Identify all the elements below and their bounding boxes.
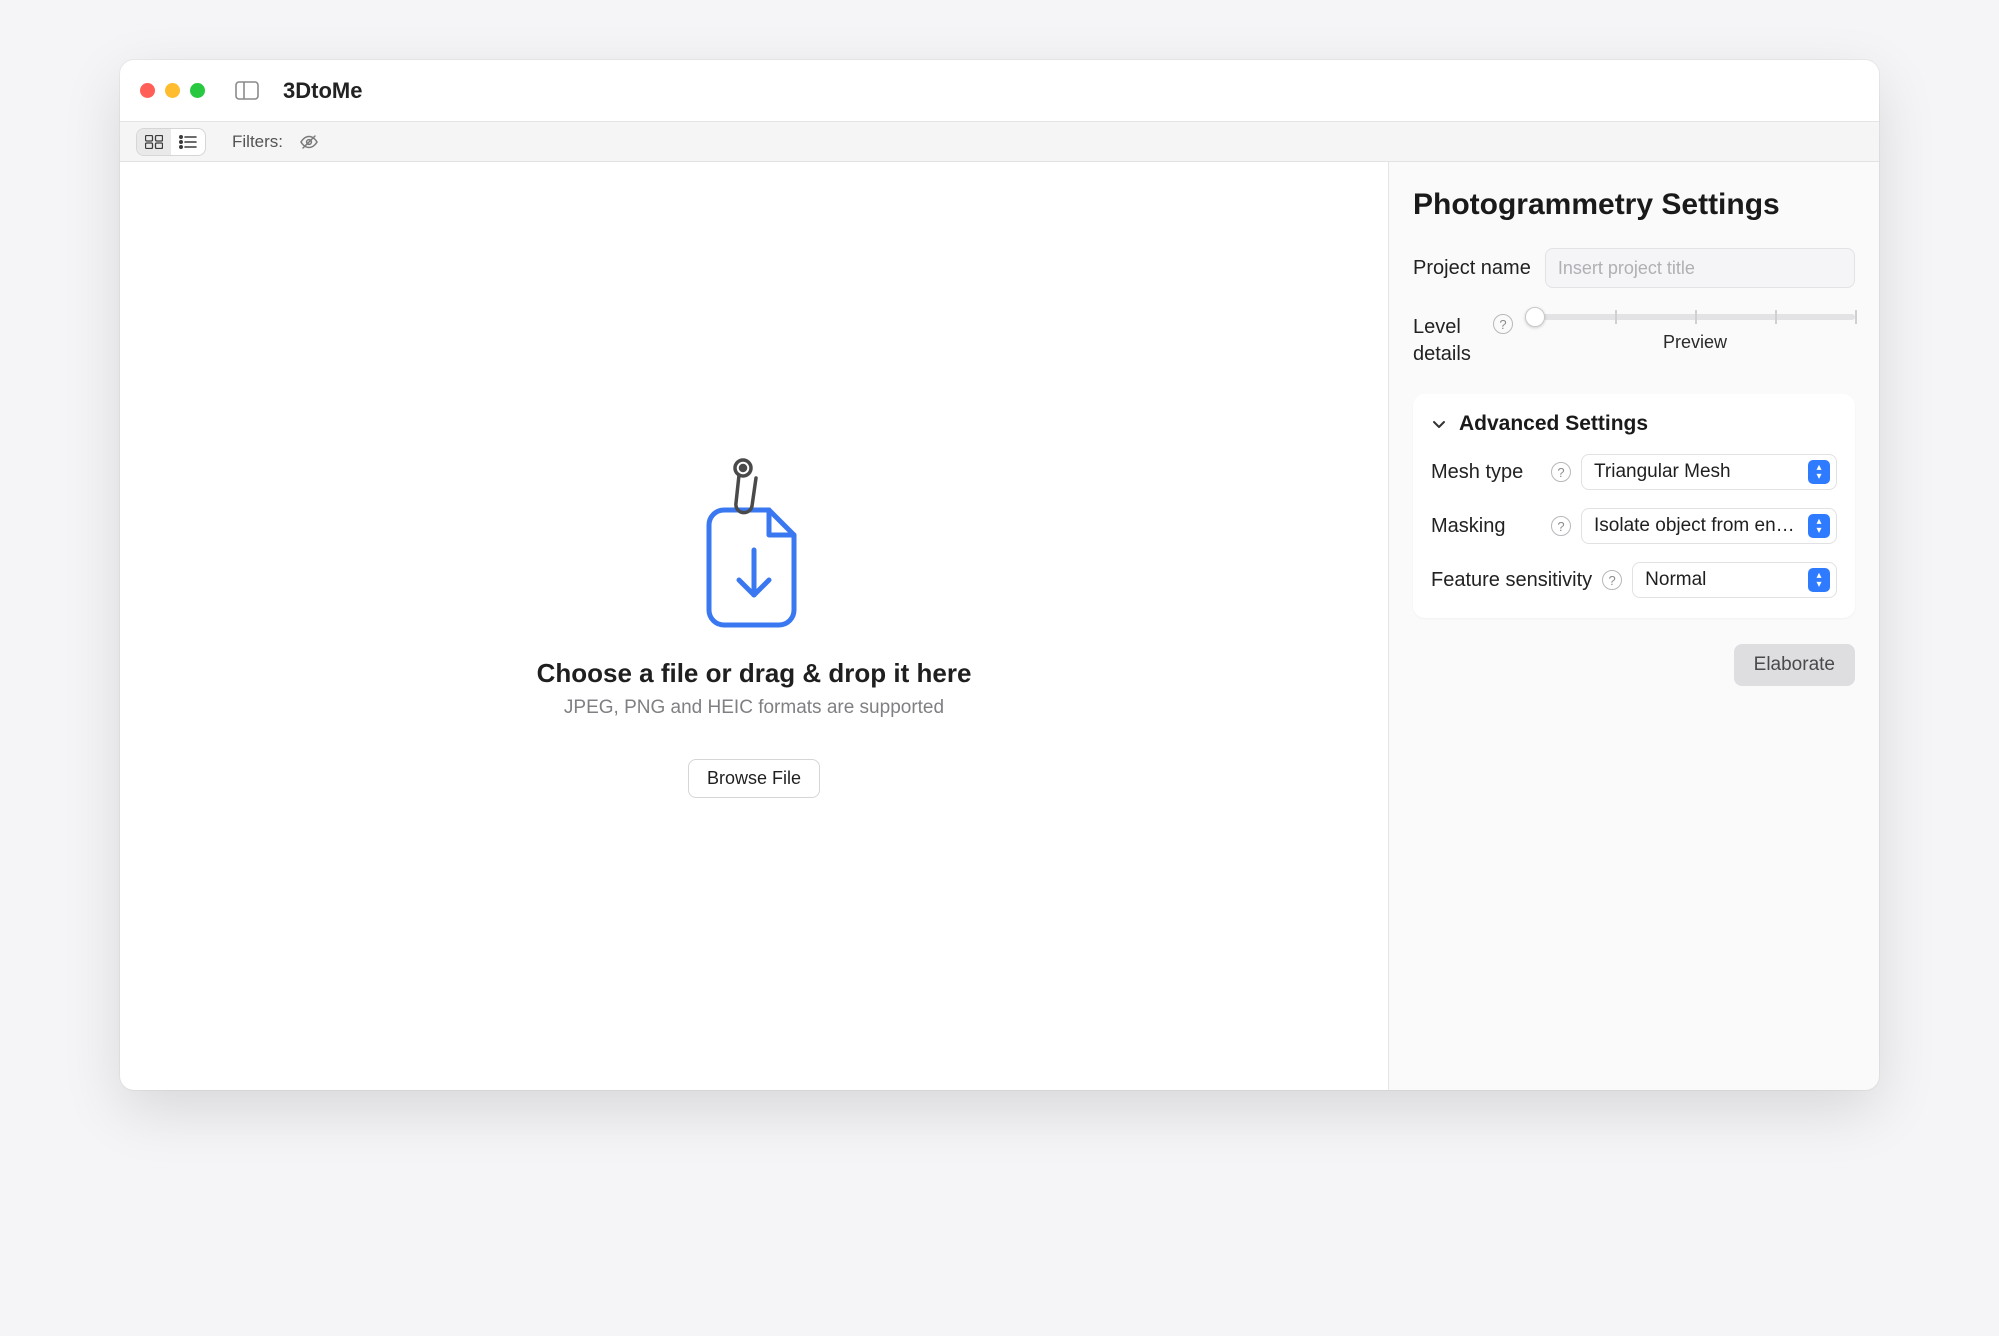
- settings-panel: Photogrammetry Settings Project name Lev…: [1389, 162, 1879, 1090]
- mesh-type-value: Triangular Mesh: [1594, 461, 1800, 483]
- view-mode-segment: [136, 128, 206, 156]
- advanced-settings-header[interactable]: Advanced Settings: [1431, 412, 1837, 436]
- grid-view-button[interactable]: [137, 129, 171, 155]
- browse-file-button[interactable]: Browse File: [688, 759, 820, 798]
- advanced-settings-card: Advanced Settings Mesh type ? Triangular…: [1413, 394, 1855, 618]
- level-details-row: Level details ? Preview: [1413, 314, 1855, 368]
- filters-label: Filters:: [232, 132, 283, 152]
- project-name-row: Project name: [1413, 248, 1855, 288]
- feature-sensitivity-row: Feature sensitivity ? Normal ▴▾: [1431, 562, 1837, 598]
- list-view-button[interactable]: [171, 129, 205, 155]
- sidebar-toggle-icon[interactable]: [235, 81, 259, 100]
- mesh-type-row: Mesh type ? Triangular Mesh ▴▾: [1431, 454, 1837, 490]
- close-window-button[interactable]: [140, 83, 155, 98]
- minimize-window-button[interactable]: [165, 83, 180, 98]
- select-stepper-icon: ▴▾: [1808, 568, 1830, 592]
- help-icon[interactable]: ?: [1493, 314, 1513, 334]
- drop-subtitle: JPEG, PNG and HEIC formats are supported: [564, 697, 944, 719]
- feature-sensitivity-select[interactable]: Normal ▴▾: [1632, 562, 1837, 598]
- masking-value: Isolate object from environ…: [1594, 515, 1800, 537]
- project-name-label: Project name: [1413, 257, 1531, 280]
- elaborate-button[interactable]: Elaborate: [1734, 644, 1855, 686]
- mesh-type-label: Mesh type: [1431, 461, 1541, 484]
- masking-row: Masking ? Isolate object from environ… ▴…: [1431, 508, 1837, 544]
- advanced-settings-title: Advanced Settings: [1459, 412, 1648, 436]
- masking-label: Masking: [1431, 515, 1541, 538]
- drop-content: Choose a file or drag & drop it here JPE…: [537, 455, 972, 798]
- content-area: Choose a file or drag & drop it here JPE…: [120, 162, 1879, 1090]
- feature-sensitivity-value: Normal: [1645, 569, 1800, 591]
- help-icon[interactable]: ?: [1551, 516, 1571, 536]
- select-stepper-icon: ▴▾: [1808, 514, 1830, 538]
- masking-select[interactable]: Isolate object from environ… ▴▾: [1581, 508, 1837, 544]
- app-title: 3DtoMe: [283, 78, 362, 104]
- slider-thumb[interactable]: [1525, 307, 1545, 327]
- file-drop-icon: [694, 455, 814, 630]
- sub-toolbar: Filters:: [120, 122, 1879, 162]
- select-stepper-icon: ▴▾: [1808, 460, 1830, 484]
- traffic-lights: [140, 83, 205, 98]
- zoom-window-button[interactable]: [190, 83, 205, 98]
- mesh-type-select[interactable]: Triangular Mesh ▴▾: [1581, 454, 1837, 490]
- level-details-label: Level details: [1413, 314, 1483, 368]
- help-icon[interactable]: ?: [1551, 462, 1571, 482]
- titlebar: 3DtoMe: [120, 60, 1879, 122]
- drop-zone[interactable]: Choose a file or drag & drop it here JPE…: [120, 162, 1389, 1090]
- project-name-input[interactable]: [1545, 248, 1855, 288]
- panel-title: Photogrammetry Settings: [1413, 188, 1855, 222]
- help-icon[interactable]: ?: [1602, 570, 1622, 590]
- visibility-off-icon[interactable]: [299, 132, 319, 152]
- drop-title: Choose a file or drag & drop it here: [537, 658, 972, 689]
- feature-sensitivity-label: Feature sensitivity: [1431, 568, 1592, 593]
- slider-caption: Preview: [1663, 332, 1727, 353]
- chevron-down-icon: [1431, 416, 1447, 432]
- level-details-slider[interactable]: Preview: [1535, 314, 1855, 353]
- app-window: 3DtoMe: [120, 60, 1879, 1090]
